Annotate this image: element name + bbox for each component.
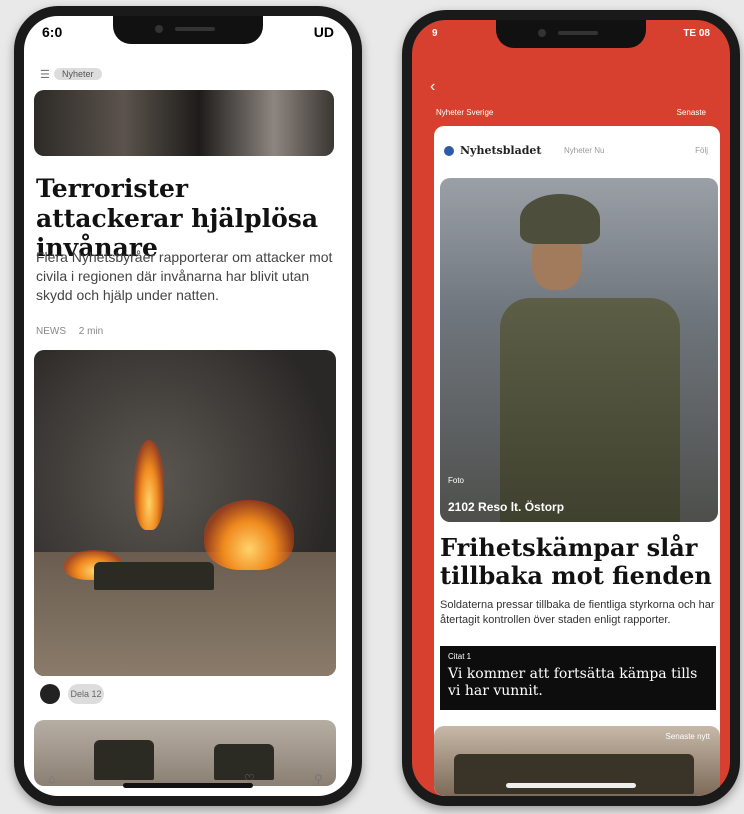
quote-label: Citat 1 — [448, 652, 472, 661]
avatar[interactable] — [40, 684, 60, 704]
soldier-photo[interactable]: Foto 2102 Reso lt. Östorp — [440, 178, 718, 522]
phone-notch — [496, 20, 646, 48]
photo-caption: 2102 Reso lt. Östorp — [448, 500, 565, 514]
left-phone: 6:0 UD ☰ Nyheter Terrorister attackerar … — [14, 6, 362, 806]
source-logo-icon — [444, 146, 454, 156]
status-icons: TE 08 — [683, 28, 710, 39]
nav-home-icon[interactable]: ⌂ — [48, 772, 55, 786]
status-time: 9 — [432, 28, 438, 39]
home-indicator — [506, 783, 636, 788]
nav-search-icon[interactable]: ⚲ — [314, 772, 323, 786]
status-icons: UD — [313, 24, 334, 40]
source-label: NEWS — [36, 326, 66, 337]
article-summary: Soldaterna pressar tillbaka de fientliga… — [440, 599, 715, 626]
article-headline[interactable]: Frihetskämpar slår tillbaka mot fienden — [440, 533, 718, 591]
quote-text: Vi kommer att fortsätta kämpa tills vi h… — [448, 666, 698, 699]
header-latest[interactable]: Senaste — [677, 108, 706, 117]
home-indicator — [123, 783, 253, 788]
menu-icon[interactable]: ☰ — [40, 68, 50, 81]
source-meta: Nyheter Nu — [564, 146, 605, 155]
source-name[interactable]: Nyhetsbladet — [460, 144, 542, 157]
header-section[interactable]: Nyheter Sverige — [436, 108, 493, 117]
article-summary: Flera Nyhetsbyråer rapporterar om attack… — [36, 249, 333, 303]
quote-box: Citat 1 Vi kommer att fortsätta kämpa ti… — [440, 646, 716, 710]
right-phone-screen: 9 TE 08 ‹ Nyheter Sverige Senaste Nyhets… — [412, 20, 730, 796]
article-card: Nyhetsbladet Nyheter Nu Följ Foto 2102 R… — [434, 126, 720, 796]
article-time: 2 min — [78, 326, 104, 337]
right-phone: 9 TE 08 ‹ Nyheter Sverige Senaste Nyhets… — [402, 10, 740, 806]
bottom-caption: Senaste nytt — [665, 732, 710, 741]
photo-caption-small: Foto — [448, 476, 465, 485]
tab-news[interactable]: Nyheter — [54, 68, 102, 80]
status-time: 6:0 — [42, 24, 63, 40]
phone-notch — [113, 16, 263, 44]
share-button[interactable]: Dela 12 — [68, 684, 104, 704]
article-source: NEWS 2 min — [36, 326, 103, 337]
smoke-banner-image[interactable] — [34, 90, 334, 156]
left-phone-screen: 6:0 UD ☰ Nyheter Terrorister attackerar … — [24, 16, 352, 796]
troops-thumbnail[interactable] — [34, 720, 336, 786]
follow-button[interactable]: Följ — [695, 146, 708, 155]
battle-image[interactable] — [34, 350, 336, 676]
back-icon[interactable]: ‹ — [430, 78, 435, 96]
